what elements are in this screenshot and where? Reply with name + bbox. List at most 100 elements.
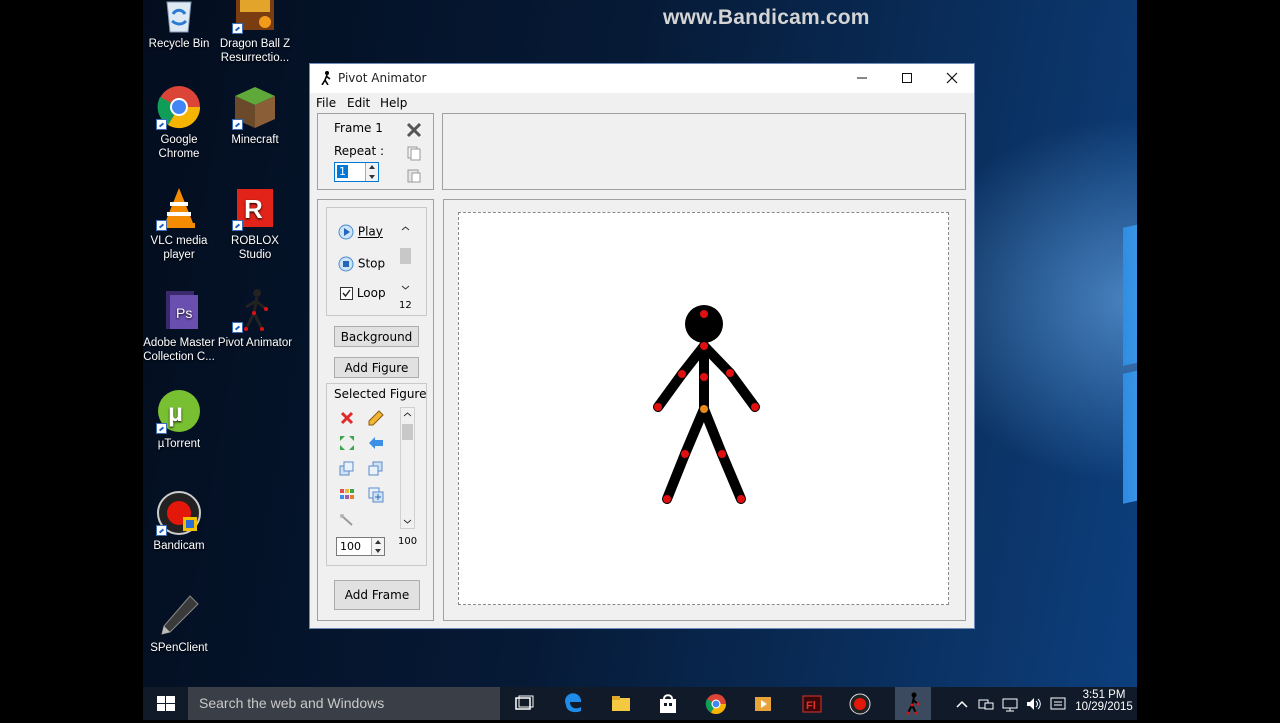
show-hidden-icons-chevron-icon[interactable]	[955, 693, 969, 715]
pen-icon	[156, 592, 202, 638]
stop-label: Stop	[357, 256, 386, 271]
frame-label: Frame 1	[334, 121, 383, 135]
play-icon	[338, 224, 354, 240]
figure-scale-spinner[interactable]: 100	[336, 537, 385, 556]
recycle-bin-icon	[156, 0, 202, 34]
figure-color-palette-icon[interactable]	[339, 487, 355, 503]
close-button[interactable]	[929, 64, 974, 93]
frame-timeline[interactable]	[442, 113, 966, 190]
clock-date: 10/29/2015	[1075, 701, 1133, 713]
joint-handle[interactable]	[678, 370, 686, 378]
delete-frame-icon[interactable]	[406, 122, 422, 138]
repeat-label: Repeat :	[334, 144, 385, 158]
maximize-button[interactable]	[884, 64, 929, 93]
flash-icon[interactable]: Fl	[801, 693, 823, 715]
figure-to-front-icon[interactable]	[339, 461, 355, 477]
desktop-icon-adobe[interactable]: Ps Adobe Master Collection C...	[143, 287, 218, 364]
desktop-icon-label: Minecraft	[231, 134, 279, 146]
close-icon	[946, 72, 957, 84]
minimize-button[interactable]	[839, 64, 884, 93]
joint-handle[interactable]	[751, 403, 759, 411]
desktop-icon-dragon-ball[interactable]: Dragon Ball Z Resurrectio...	[216, 0, 294, 65]
network-icon[interactable]	[1001, 693, 1019, 715]
desktop-icon-minecraft[interactable]: Minecraft	[216, 84, 294, 147]
loop-label: Loop	[356, 286, 386, 300]
desktop-icon-chrome[interactable]: Google Chrome	[143, 84, 218, 161]
menu-help[interactable]: Help	[380, 96, 407, 110]
desktop-icon-pivot[interactable]: Pivot Animator	[216, 287, 294, 350]
taskbar-search-box[interactable]: Search the web and Windows	[188, 687, 500, 720]
roblox-icon: R	[232, 185, 278, 231]
figure-scrollbar[interactable]	[400, 407, 415, 529]
joint-handle[interactable]	[726, 369, 734, 377]
stop-button[interactable]: Stop	[338, 256, 385, 272]
desktop-icon-bandicam[interactable]: Bandicam	[143, 490, 218, 553]
menu-file[interactable]: File	[316, 96, 336, 110]
desktop-icon-vlc[interactable]: VLC media player	[143, 185, 218, 262]
desktop-icon-label: Dragon Ball Z Resurrectio...	[219, 38, 291, 64]
media-player-icon[interactable]	[752, 693, 774, 715]
store-icon[interactable]	[657, 693, 679, 715]
bandicam-watermark: www.Bandicam.com	[663, 6, 870, 29]
task-view-icon[interactable]	[513, 693, 535, 715]
vlc-icon	[156, 185, 202, 231]
joint-handle[interactable]	[718, 450, 726, 458]
repeat-value: 1	[337, 165, 348, 178]
play-button[interactable]: Play	[338, 224, 383, 240]
joint-handle[interactable]	[700, 310, 708, 318]
joint-handle[interactable]	[681, 450, 689, 458]
duplicate-figure-icon[interactable]	[368, 487, 384, 503]
speed-slider[interactable]	[398, 222, 413, 292]
desktop-icon-label: Pivot Animator	[217, 337, 293, 349]
animation-canvas[interactable]	[458, 212, 949, 605]
background-button[interactable]: Background	[334, 326, 419, 347]
desktop-icon-spenclient[interactable]: SPenClient	[143, 592, 218, 655]
joint-handle[interactable]	[700, 373, 708, 381]
volume-icon[interactable]	[1025, 693, 1043, 715]
delete-figure-icon[interactable]	[339, 410, 355, 426]
add-frame-button[interactable]: Add Frame	[334, 580, 420, 610]
taskbar-chrome-icon[interactable]	[705, 693, 727, 715]
desktop-icon-utorrent[interactable]: µ µTorrent	[143, 388, 218, 451]
window-title: Pivot Animator	[338, 71, 427, 85]
edit-figure-pencil-icon[interactable]	[368, 410, 384, 426]
joint-handle[interactable]	[663, 495, 671, 503]
joint-handle[interactable]	[700, 342, 708, 350]
edge-icon[interactable]	[562, 693, 584, 715]
selected-figure-heading: Selected Figure	[334, 387, 427, 401]
figure-to-back-icon[interactable]	[368, 461, 384, 477]
start-button[interactable]	[155, 693, 177, 715]
origin-handle[interactable]	[700, 405, 708, 413]
desktop-icon-label: Bandicam	[153, 540, 205, 552]
joint-handle[interactable]	[737, 495, 745, 503]
taskbar: Search the web and Windows Fl 3:51 PM 10…	[143, 687, 1137, 720]
chrome-icon	[156, 84, 202, 130]
desktop-icon-label: SPenClient	[150, 642, 208, 654]
desktop-icon-roblox[interactable]: R ROBLOX Studio	[216, 185, 294, 262]
loop-checkbox[interactable]: Loop	[340, 286, 386, 300]
stick-figure[interactable]	[459, 213, 948, 604]
title-bar[interactable]: Pivot Animator	[310, 64, 974, 93]
play-label: Play	[357, 224, 383, 239]
add-figure-button[interactable]: Add Figure	[334, 357, 419, 378]
clock-time: 3:51 PM	[1082, 689, 1126, 701]
taskbar-pivot-icon[interactable]	[895, 687, 931, 720]
tray-device-icon[interactable]	[977, 693, 995, 715]
menu-edit[interactable]: Edit	[347, 96, 370, 110]
svg-text:µ: µ	[168, 397, 183, 427]
mirror-figure-arrow-icon[interactable]	[368, 435, 384, 451]
bandicam-icon	[156, 490, 202, 536]
desktop-icon-label: Google Chrome	[158, 134, 200, 160]
windows-start-icon	[157, 696, 175, 711]
flip-figure-icon[interactable]	[339, 435, 355, 451]
joint-handle[interactable]	[654, 403, 662, 411]
speed-slider-track	[400, 226, 411, 290]
copy-frame-icon[interactable]	[406, 145, 422, 161]
taskbar-bandicam-icon[interactable]	[849, 693, 871, 715]
repeat-spinner[interactable]: 1	[334, 162, 379, 182]
clock[interactable]: 3:51 PM 10/29/2015	[1071, 689, 1137, 713]
desktop-icon-recycle-bin[interactable]: Recycle Bin	[143, 0, 218, 51]
paste-frame-icon[interactable]	[406, 167, 422, 183]
file-explorer-icon[interactable]	[610, 693, 632, 715]
action-center-icon[interactable]	[1049, 693, 1067, 715]
